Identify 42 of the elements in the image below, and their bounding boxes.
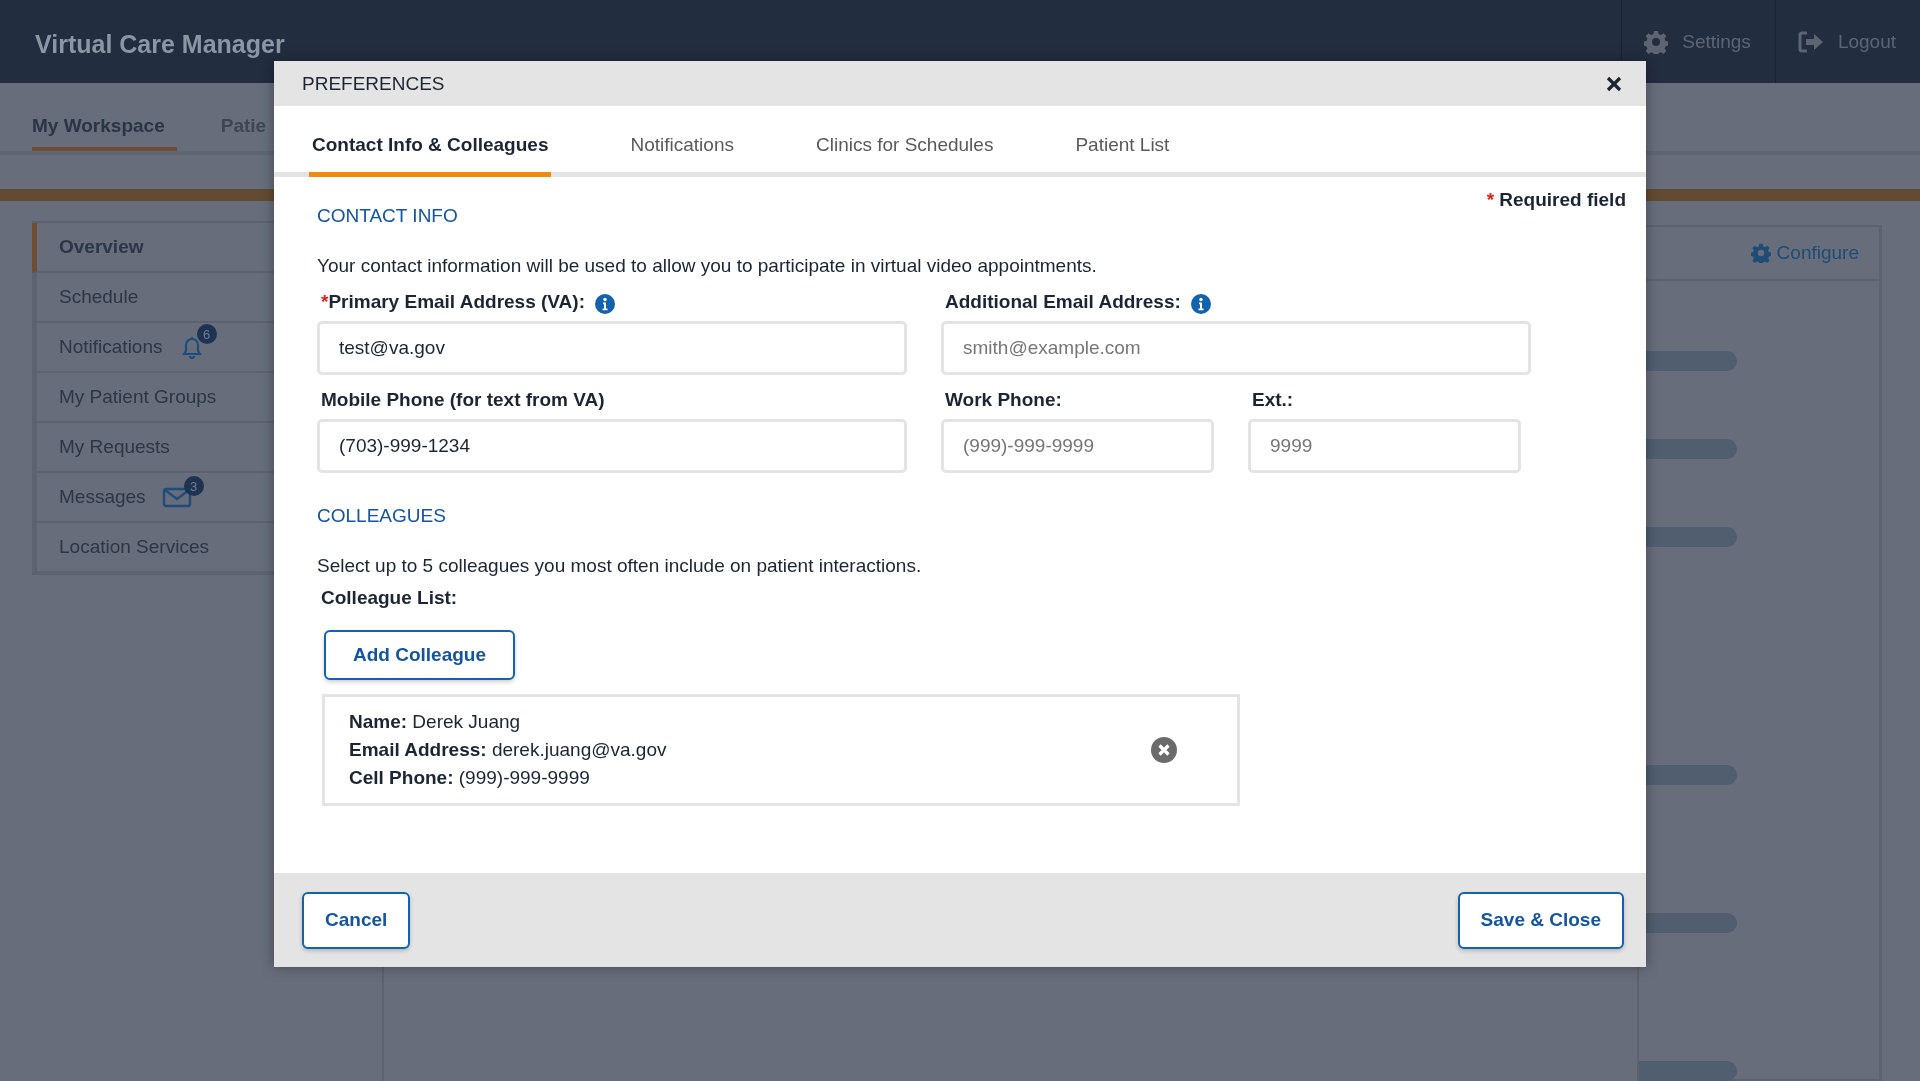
settings-icon bbox=[1644, 29, 1669, 54]
dialog-tab[interactable]: Patient List bbox=[1072, 106, 1173, 177]
count-badge: 3 bbox=[183, 476, 204, 496]
logout-link[interactable]: Logout bbox=[1774, 0, 1920, 83]
intro-text: Select up to 5 colleagues you most often include on patient interactions. bbox=[317, 555, 923, 577]
count-badge: 6 bbox=[196, 324, 217, 344]
input-field[interactable]: smith@example.com bbox=[941, 321, 1531, 375]
required-field-note: * Required field bbox=[1486, 189, 1626, 211]
add-colleague-button[interactable]: Add Colleague bbox=[324, 630, 515, 680]
app-title: Virtual Care Manager bbox=[34, 29, 285, 60]
section-heading: CONTACT INFO bbox=[317, 205, 459, 227]
dialog-title: PREFERENCES bbox=[302, 72, 445, 95]
dialog-tab[interactable]: Contact Info & Colleagues bbox=[309, 106, 552, 177]
colleague-detail: Email Address: derek.juang@va.gov bbox=[349, 738, 667, 762]
intro-text: Your contact information will be used to allow you to participate in virtual video appointments. bbox=[317, 255, 1098, 277]
info-icon[interactable] bbox=[1190, 294, 1211, 314]
section-heading: COLLEAGUES bbox=[317, 505, 447, 527]
close-icon bbox=[1606, 75, 1622, 92]
input-field[interactable]: 9999 bbox=[1248, 419, 1521, 473]
envelope-icon bbox=[161, 486, 192, 508]
list-label: Colleague List: bbox=[320, 587, 459, 609]
remove-button[interactable] bbox=[1151, 737, 1177, 763]
remove-icon bbox=[1151, 737, 1177, 763]
colleague-detail: Cell Phone: (999)-999-9999 bbox=[349, 766, 591, 790]
nav-tab[interactable]: My Workspace bbox=[32, 83, 177, 151]
dialog-tab[interactable]: Clinics for Schedules bbox=[812, 106, 997, 177]
save-close-button[interactable]: Save & Close bbox=[1457, 891, 1624, 949]
info-icon[interactable] bbox=[595, 294, 615, 314]
field-label: Additional Email Address: bbox=[945, 291, 1181, 313]
logout-icon bbox=[1797, 30, 1824, 53]
input-field[interactable]: (703)-999-1234 bbox=[317, 419, 907, 473]
cancel-button[interactable]: Cancel bbox=[302, 891, 411, 949]
input-field[interactable]: (999)-999-9999 bbox=[941, 419, 1214, 473]
colleague-detail: Name: Derek Juang bbox=[349, 710, 522, 734]
input-field[interactable]: test@va.gov bbox=[317, 321, 907, 375]
gear-icon bbox=[1750, 243, 1771, 263]
field-label: Ext.: bbox=[1252, 389, 1294, 411]
field-label: Mobile Phone (for text from VA) bbox=[321, 389, 605, 411]
configure-link[interactable]: Configure bbox=[1750, 242, 1859, 264]
field-label: *Primary Email Address (VA): bbox=[321, 291, 585, 313]
field-label: Work Phone: bbox=[945, 389, 1062, 411]
dialog-tab[interactable]: Notifications bbox=[627, 106, 737, 177]
